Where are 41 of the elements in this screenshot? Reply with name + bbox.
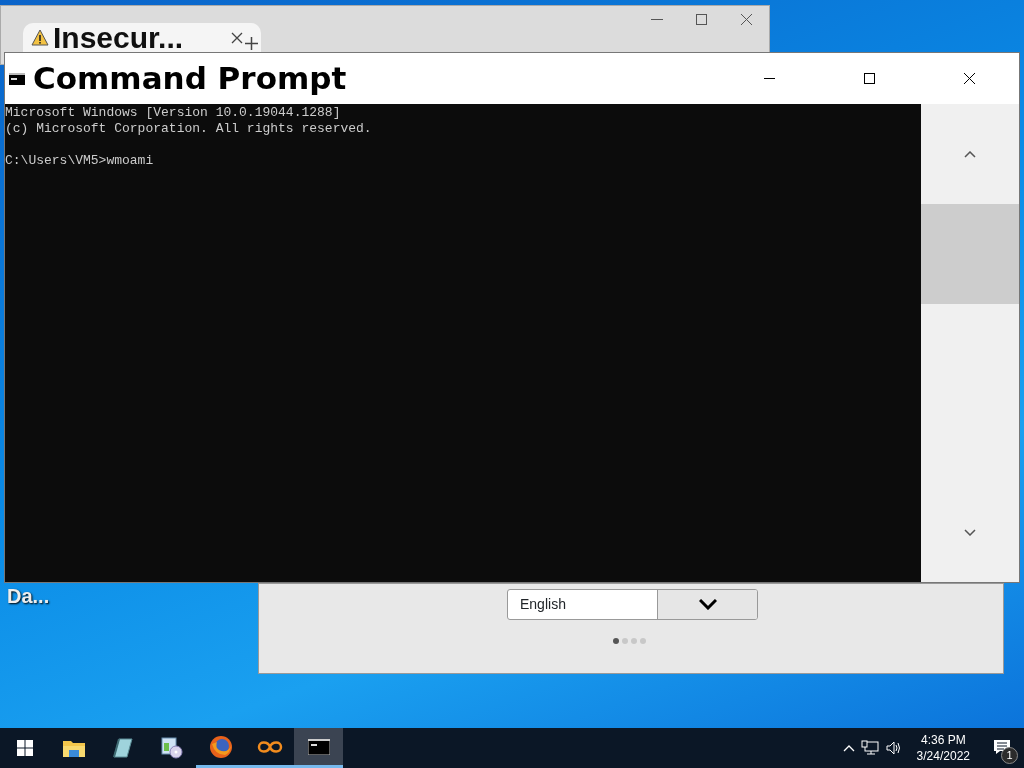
- media-disc-icon: [160, 737, 183, 759]
- notifications-button[interactable]: 1: [984, 728, 1024, 768]
- chevron-down-icon: [964, 528, 976, 536]
- tab-title: Insecur...: [53, 22, 184, 53]
- language-dropdown[interactable]: English: [507, 589, 758, 620]
- chevron-up-icon: [964, 150, 976, 158]
- folder-icon: [62, 739, 85, 757]
- new-tab-icon[interactable]: [245, 37, 258, 50]
- speaker-icon[interactable]: [884, 740, 903, 756]
- chevron-down-icon: [698, 599, 717, 610]
- clock[interactable]: 4:36 PM 3/24/2022: [908, 732, 978, 764]
- notepad-icon: [112, 738, 133, 758]
- window-title: Command Prompt: [33, 59, 347, 99]
- carousel-dot[interactable]: [613, 638, 619, 644]
- scrollbar-thumb[interactable]: [921, 204, 1019, 304]
- console-line: (c) Microsoft Corporation. All rights reserved.: [5, 121, 372, 137]
- notification-count-badge: 1: [1001, 747, 1018, 764]
- carousel-dot[interactable]: [622, 638, 628, 644]
- close-icon[interactable]: [231, 31, 243, 44]
- console-icon: [307, 738, 330, 755]
- close-icon[interactable]: [741, 14, 752, 25]
- infinity-icon: [256, 739, 283, 754]
- carousel-dot[interactable]: [640, 638, 646, 644]
- network-icon[interactable]: [860, 740, 879, 756]
- maximize-icon: [863, 73, 875, 84]
- firefox-icon: [208, 734, 233, 759]
- taskbar-app[interactable]: [294, 728, 343, 768]
- browser-tab[interactable]: Insecur...: [23, 23, 261, 52]
- close-icon: [963, 73, 975, 84]
- console-line: Microsoft Windows [Version 10.0.19044.1288]: [5, 105, 341, 121]
- maximize-icon[interactable]: [696, 14, 707, 25]
- minimize-icon: [763, 77, 775, 80]
- windows-logo-icon: [16, 740, 33, 756]
- chevron-up-icon[interactable]: [842, 744, 855, 752]
- minimize-icon[interactable]: [651, 19, 663, 21]
- warning-icon: [31, 29, 49, 46]
- scrollbar[interactable]: [921, 104, 1019, 582]
- desktop-label: Da...: [7, 585, 50, 607]
- command-line: C:\Users\VM5>wmoami: [5, 153, 154, 169]
- carousel-dot[interactable]: [631, 638, 637, 644]
- console-icon: [9, 72, 25, 85]
